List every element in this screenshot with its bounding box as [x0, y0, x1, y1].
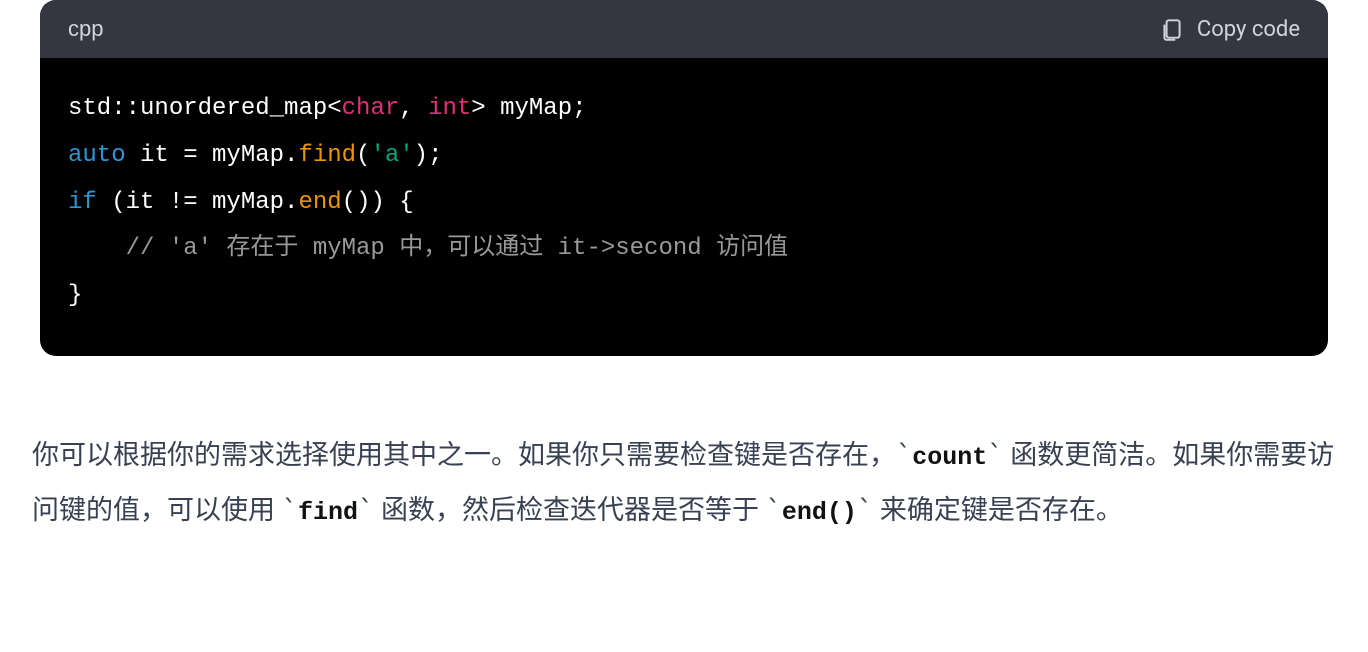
code-token-string: 'a' — [370, 142, 413, 169]
code-token: ( — [356, 142, 370, 169]
inline-code-find: find — [298, 498, 358, 527]
clipboard-icon — [1159, 16, 1185, 42]
backtick: ` — [896, 440, 912, 471]
code-token-type: char — [342, 95, 400, 122]
code-token-method: find — [298, 142, 356, 169]
code-token: ()) { — [342, 189, 414, 216]
code-token-keyword: if — [68, 189, 97, 216]
code-token: (it != myMap. — [97, 189, 299, 216]
explanation-text: 你可以根据你的需求选择使用其中之一。如果你只需要检查键是否存在， — [32, 439, 896, 471]
code-language-label: cpp — [68, 16, 103, 42]
backtick: ` — [857, 495, 873, 526]
code-token-keyword: auto — [68, 142, 126, 169]
backtick: ` — [766, 495, 782, 526]
code-token: ); — [414, 142, 443, 169]
copy-code-button[interactable]: Copy code — [1159, 16, 1300, 42]
inline-code-count: count — [912, 443, 987, 472]
code-block: cpp Copy code std::unordered_map<char, i… — [40, 0, 1328, 356]
code-token: } — [68, 282, 82, 309]
copy-code-label: Copy code — [1197, 17, 1300, 42]
inline-code-end: end() — [782, 498, 857, 527]
explanation-text: 函数，然后检查迭代器是否等于 — [374, 494, 765, 526]
code-token-method: end — [298, 189, 341, 216]
code-token: > myMap; — [471, 95, 586, 122]
explanation-paragraph: 你可以根据你的需求选择使用其中之一。如果你只需要检查键是否存在，`count` … — [28, 428, 1340, 539]
code-indent — [68, 235, 126, 262]
backtick: ` — [987, 440, 1003, 471]
code-token: std::unordered_map< — [68, 95, 342, 122]
explanation-text: 来确定键是否存在。 — [873, 494, 1123, 526]
code-token: it = myMap. — [126, 142, 299, 169]
code-token-comment: // 'a' 存在于 myMap 中，可以通过 it->second 访问值 — [126, 235, 788, 262]
code-header: cpp Copy code — [40, 0, 1328, 58]
code-token-type: int — [428, 95, 471, 122]
backtick: ` — [282, 495, 298, 526]
backtick: ` — [358, 495, 374, 526]
code-token: , — [399, 95, 428, 122]
code-content: std::unordered_map<char, int> myMap; aut… — [40, 58, 1328, 356]
